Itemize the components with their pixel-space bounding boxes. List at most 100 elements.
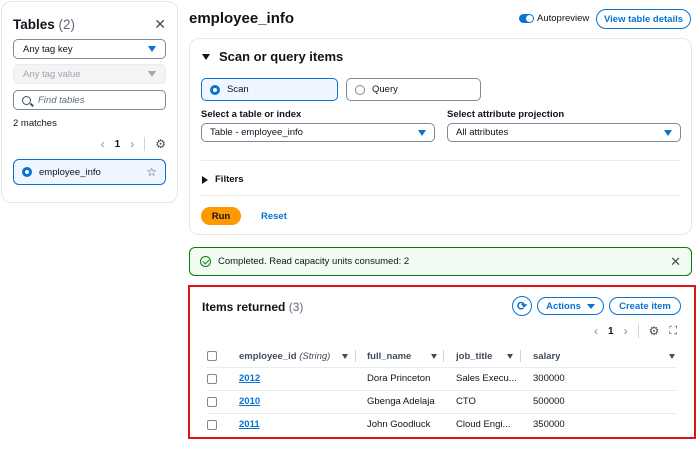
row-checkbox[interactable] xyxy=(207,396,217,407)
divider xyxy=(443,350,444,362)
salary-cell: 300000 xyxy=(533,373,565,384)
table-select-label: Select a table or index xyxy=(201,109,302,120)
caret-down-icon xyxy=(148,71,156,77)
actions-label: Actions xyxy=(546,300,581,312)
column-header-job-title[interactable]: job_title xyxy=(456,351,492,362)
table-header: employee_id (String) full_name job_title… xyxy=(207,347,677,365)
caret-down-icon xyxy=(148,46,156,52)
chevron-right-icon[interactable]: › xyxy=(624,324,628,338)
star-icon[interactable]: ☆ xyxy=(146,165,157,179)
row-checkbox[interactable] xyxy=(207,419,217,430)
view-table-details-button[interactable]: View table details xyxy=(596,9,691,29)
tables-panel-header: Tables (2) ✕ xyxy=(13,14,166,34)
select-all-checkbox[interactable] xyxy=(207,351,217,361)
toggle-switch[interactable] xyxy=(519,14,534,23)
scan-query-title: Scan or query items xyxy=(219,49,344,64)
caret-down-icon xyxy=(586,303,595,309)
radio-empty-icon xyxy=(355,84,365,95)
employee-id-link[interactable]: 2012 xyxy=(239,373,260,384)
caret-down-icon[interactable] xyxy=(669,353,675,359)
tables-pagination: ‹ 1 › ⚙ xyxy=(13,137,166,151)
create-item-button[interactable]: Create item xyxy=(609,297,681,315)
tag-value-select: Any tag value xyxy=(13,64,166,84)
table-row: 2012 Dora Princeton Sales Execu... 30000… xyxy=(207,367,677,389)
divider xyxy=(637,324,639,338)
filters-expander[interactable]: Filters xyxy=(202,174,244,185)
table-name: employee_info xyxy=(39,166,101,178)
caret-down-icon[interactable] xyxy=(507,353,513,359)
scan-option[interactable]: Scan xyxy=(201,78,338,101)
fullscreen-icon[interactable]: ⛶ xyxy=(669,325,677,338)
job-title-cell: Sales Execu... xyxy=(456,373,517,384)
table-select-value: Table - employee_info xyxy=(210,127,303,138)
employee-id-link[interactable]: 2011 xyxy=(239,419,260,430)
actions-button[interactable]: Actions xyxy=(537,297,604,315)
find-tables-input[interactable]: Find tables xyxy=(13,90,166,110)
caret-down-icon xyxy=(664,129,672,136)
full-name-cell: Gbenga Adelaja xyxy=(367,396,435,407)
items-title-text: Items returned xyxy=(202,300,286,314)
column-header-full-name[interactable]: full_name xyxy=(367,351,411,362)
divider xyxy=(144,137,146,151)
caret-down-icon[interactable] xyxy=(431,353,437,359)
run-button[interactable]: Run xyxy=(201,207,241,225)
full-name-cell: John Goodluck xyxy=(367,419,431,430)
scan-query-header[interactable]: Scan or query items xyxy=(202,49,343,64)
column-header-employee-id[interactable]: employee_id (String) xyxy=(239,351,330,362)
tag-key-select[interactable]: Any tag key xyxy=(13,39,166,59)
tables-panel: Tables (2) ✕ Any tag key Any tag value F… xyxy=(1,1,178,203)
items-title: Items returned (3) xyxy=(202,300,303,314)
divider xyxy=(355,350,356,362)
chevron-left-icon[interactable]: ‹ xyxy=(101,137,105,151)
tag-key-value: Any tag key xyxy=(23,43,73,55)
scan-query-panel: Scan or query items Scan Query Select a … xyxy=(189,38,692,235)
radio-selected-icon xyxy=(22,167,32,177)
divider xyxy=(520,350,521,362)
caret-down-icon xyxy=(202,53,210,60)
row-checkbox[interactable] xyxy=(207,373,217,384)
chevron-left-icon[interactable]: ‹ xyxy=(594,324,598,338)
find-tables-placeholder: Find tables xyxy=(38,94,85,106)
tables-page-number[interactable]: 1 xyxy=(115,139,121,150)
tables-count: (2) xyxy=(58,16,76,32)
column-header-salary[interactable]: salary xyxy=(533,351,560,362)
salary-cell: 350000 xyxy=(533,419,565,430)
items-pagination: ‹ 1 › ⚙ ⛶ xyxy=(594,324,677,338)
table-select[interactable]: Table - employee_info xyxy=(201,123,435,142)
query-option-label: Query xyxy=(372,84,398,95)
refresh-icon[interactable]: ⟳ xyxy=(512,296,532,316)
full-name-cell: Dora Princeton xyxy=(367,373,431,384)
items-page-number[interactable]: 1 xyxy=(608,326,614,337)
table-list-item[interactable]: employee_info ☆ xyxy=(13,159,166,185)
column-id-label: employee_id xyxy=(239,350,297,362)
table-row: 2011 John Goodluck Cloud Engi... 350000 xyxy=(207,413,677,435)
chevron-right-icon[interactable]: › xyxy=(130,137,134,151)
check-circle-icon xyxy=(200,256,211,267)
query-option[interactable]: Query xyxy=(346,78,481,101)
projection-select-label: Select attribute projection xyxy=(447,109,565,120)
employee-id-link[interactable]: 2010 xyxy=(239,396,260,407)
items-count: (3) xyxy=(288,300,304,314)
table-row: 2010 Gbenga Adelaja CTO 500000 xyxy=(207,390,677,412)
tables-title-text: Tables xyxy=(13,16,55,32)
gear-icon[interactable]: ⚙ xyxy=(155,137,166,151)
search-icon xyxy=(22,95,31,105)
close-icon[interactable]: ✕ xyxy=(154,16,166,33)
radio-selected-icon xyxy=(210,84,220,95)
matches-count: 2 matches xyxy=(13,118,57,129)
job-title-cell: CTO xyxy=(456,396,476,407)
autopreview-label: Autopreview xyxy=(537,13,590,24)
job-title-cell: Cloud Engi... xyxy=(456,419,511,430)
caret-down-icon[interactable] xyxy=(342,353,348,359)
page-title: employee_info xyxy=(189,10,295,27)
gear-icon[interactable]: ⚙ xyxy=(649,324,660,338)
tag-value-value: Any tag value xyxy=(23,68,81,80)
close-icon[interactable]: ✕ xyxy=(670,254,681,270)
reset-button[interactable]: Reset xyxy=(261,211,287,222)
filters-label: Filters xyxy=(215,174,244,185)
divider xyxy=(201,160,681,161)
autopreview-toggle[interactable]: Autopreview xyxy=(519,13,589,24)
projection-select[interactable]: All attributes xyxy=(447,123,681,142)
table-list-item-label: employee_info xyxy=(22,167,101,178)
scan-option-label: Scan xyxy=(227,84,249,95)
